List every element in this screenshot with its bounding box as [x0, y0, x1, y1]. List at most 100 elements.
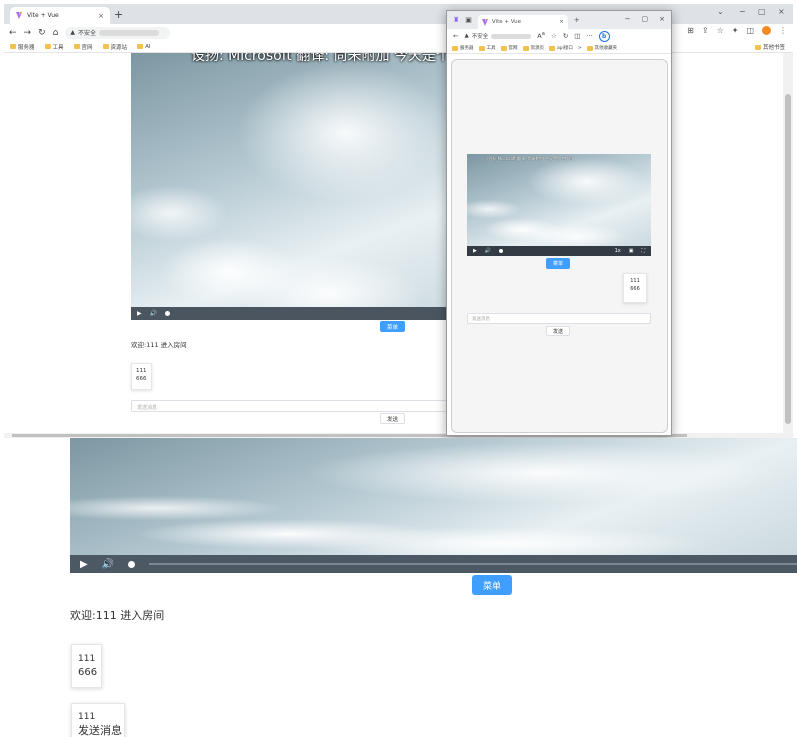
video-player[interactable]: 设扬: Microsoft 翻译: 尚未附加 今天是个工作日.: [131, 53, 496, 320]
tab-actions-icon[interactable]: ▣: [465, 16, 472, 24]
popup-page-content: 设扬: Microsoft 翻译: 尚未附加 今天是个工作日. ▶ 🔊 1x ▣…: [451, 59, 668, 433]
share-icon[interactable]: ⇪: [702, 26, 709, 35]
popup-address-bar[interactable]: ▲ 不安全: [464, 32, 532, 40]
vertical-scroll-thumb[interactable]: [785, 94, 791, 424]
bookmark-label: AI: [145, 43, 151, 50]
sidepanel-icon[interactable]: ◫: [746, 26, 754, 35]
bookmark-item[interactable]: 资源页: [522, 45, 545, 51]
refresh-icon[interactable]: ↻: [563, 32, 568, 40]
address-bar[interactable]: ▲ 不安全: [65, 26, 171, 39]
popup-bookmarks-bar: 服务器 工具 官网 资源页 api接口 > 其他收藏夹: [447, 43, 671, 54]
popup-chat-message-card: 111 666: [623, 273, 647, 303]
browser-toolbar: ← → ↻ ⌂ ▲ 不安全 ⊞ ⇪ ☆ ✦ ◫ ⋮: [4, 24, 793, 41]
more-bookmarks-icon[interactable]: >: [578, 46, 582, 51]
bookmark-item[interactable]: AI: [137, 44, 150, 50]
minimize-icon[interactable]: −: [739, 7, 746, 16]
folder-icon: [73, 44, 80, 49]
folder-icon: [754, 44, 761, 50]
popup-tab-close-icon[interactable]: ×: [559, 19, 564, 25]
menu-button[interactable]: 菜单: [380, 321, 405, 332]
home-icon[interactable]: ⌂: [53, 28, 59, 38]
back-icon[interactable]: ←: [9, 28, 17, 38]
play-icon[interactable]: ▶: [473, 248, 477, 254]
folder-icon: [549, 45, 555, 51]
bookmark-item[interactable]: api接口: [549, 45, 573, 51]
progress-handle[interactable]: [165, 311, 171, 316]
popup-video-player[interactable]: 设扬: Microsoft 翻译: 尚未附加 今天是个工作日.: [467, 154, 651, 246]
volume-icon[interactable]: 🔊: [485, 248, 491, 254]
zoomed-video-player[interactable]: [70, 438, 797, 555]
popup-tab-title: Vite + Vue: [491, 19, 521, 25]
folder-icon: [10, 44, 16, 49]
read-aloud-icon[interactable]: Aa: [537, 31, 545, 40]
more-icon[interactable]: ···: [586, 32, 592, 40]
message-input[interactable]: 发送消息: [131, 400, 456, 412]
pip-icon[interactable]: ▣: [629, 248, 634, 254]
bookmark-item[interactable]: 资源站: [102, 43, 127, 51]
message-text: 666: [136, 376, 147, 382]
send-button[interactable]: 发送: [380, 413, 405, 424]
fullscreen-icon[interactable]: ⛶: [641, 248, 645, 254]
bookmark-label: 资源页: [530, 46, 545, 51]
folder-icon: [452, 45, 458, 51]
workspace-icon[interactable]: ♜: [453, 16, 459, 24]
browser-tab[interactable]: Vite + Vue ×: [10, 7, 110, 24]
reload-icon[interactable]: ↻: [38, 28, 46, 38]
popup-minimize-icon[interactable]: −: [625, 15, 631, 23]
bookmark-item[interactable]: 官网: [500, 45, 518, 51]
popup-menu-button[interactable]: 菜单: [546, 258, 570, 269]
bookmark-item[interactable]: 工具: [478, 45, 496, 51]
tab-close-icon[interactable]: ×: [98, 12, 104, 20]
welcome-message: 欢迎:111 进入房间: [131, 341, 187, 349]
warning-icon: ▲: [464, 33, 469, 39]
volume-icon[interactable]: 🔊: [150, 310, 157, 317]
popup-close-icon[interactable]: ×: [659, 15, 665, 23]
tab-search-icon[interactable]: ⌄: [717, 7, 724, 16]
folder-icon: [586, 45, 593, 51]
translate-icon[interactable]: ⊞: [687, 26, 694, 35]
speed-button[interactable]: 1x: [615, 248, 621, 254]
bookmark-label: 官网: [81, 44, 93, 51]
bookmark-label: 工具: [486, 46, 496, 51]
popup-new-tab-icon[interactable]: +: [574, 16, 580, 24]
chat-message-card: 111 666: [131, 363, 152, 390]
new-tab-icon[interactable]: +: [114, 8, 123, 21]
popup-send-button[interactable]: 发送: [546, 326, 570, 336]
bookmark-label: 工具: [52, 44, 64, 51]
bookmark-item[interactable]: 服务器: [10, 43, 35, 51]
split-screen-icon[interactable]: ◫: [574, 32, 580, 40]
progress-track[interactable]: [149, 563, 797, 565]
play-icon[interactable]: ▶: [137, 310, 142, 317]
star-icon[interactable]: ☆: [717, 26, 724, 35]
tab-strip: Vite + Vue × + ⌄ − ▢ ×: [4, 4, 793, 24]
popup-toolbar: ← ▲ 不安全 Aa ☆ ↻ ◫ ··· b: [447, 29, 671, 43]
progress-handle[interactable]: [128, 560, 136, 568]
close-icon[interactable]: ×: [778, 7, 785, 16]
bookmark-item[interactable]: 工具: [44, 43, 64, 51]
menu-icon[interactable]: ⋮: [779, 26, 787, 35]
popup-back-icon[interactable]: ←: [453, 32, 458, 40]
play-icon[interactable]: ▶: [80, 559, 88, 570]
popup-restore-icon[interactable]: ▢: [642, 15, 649, 23]
profile-avatar[interactable]: [762, 26, 771, 35]
popup-browser-window: ♜ ▣ Vite + Vue × + − ▢ × ← ▲ 不安全 Aa ☆ ↻ …: [446, 10, 672, 436]
bookmark-label: api接口: [557, 46, 573, 51]
zoomed-welcome-message: 欢迎:111 进入房间: [70, 609, 165, 622]
zoomed-menu-button[interactable]: 菜单: [472, 575, 512, 595]
volume-icon[interactable]: 🔊: [102, 559, 114, 570]
bookmark-item[interactable]: 服务器: [452, 45, 474, 51]
progress-handle[interactable]: [499, 249, 504, 253]
bookmark-label: 其他收藏夹: [594, 46, 618, 51]
forward-icon[interactable]: →: [24, 28, 32, 38]
other-favorites[interactable]: 其他收藏夹: [586, 45, 618, 51]
restore-icon[interactable]: ▢: [758, 7, 766, 16]
extensions-icon[interactable]: ✦: [732, 26, 739, 35]
message-text: 666: [630, 286, 640, 292]
message-user: 111: [136, 368, 147, 374]
popup-browser-tab[interactable]: Vite + Vue ×: [477, 15, 568, 29]
bookmark-item[interactable]: 官网: [73, 43, 93, 51]
other-bookmarks[interactable]: 其他书签: [754, 43, 785, 51]
favorite-icon[interactable]: ☆: [551, 32, 557, 40]
popup-message-input[interactable]: 发送消息: [467, 313, 651, 324]
copilot-icon[interactable]: b: [598, 30, 610, 42]
